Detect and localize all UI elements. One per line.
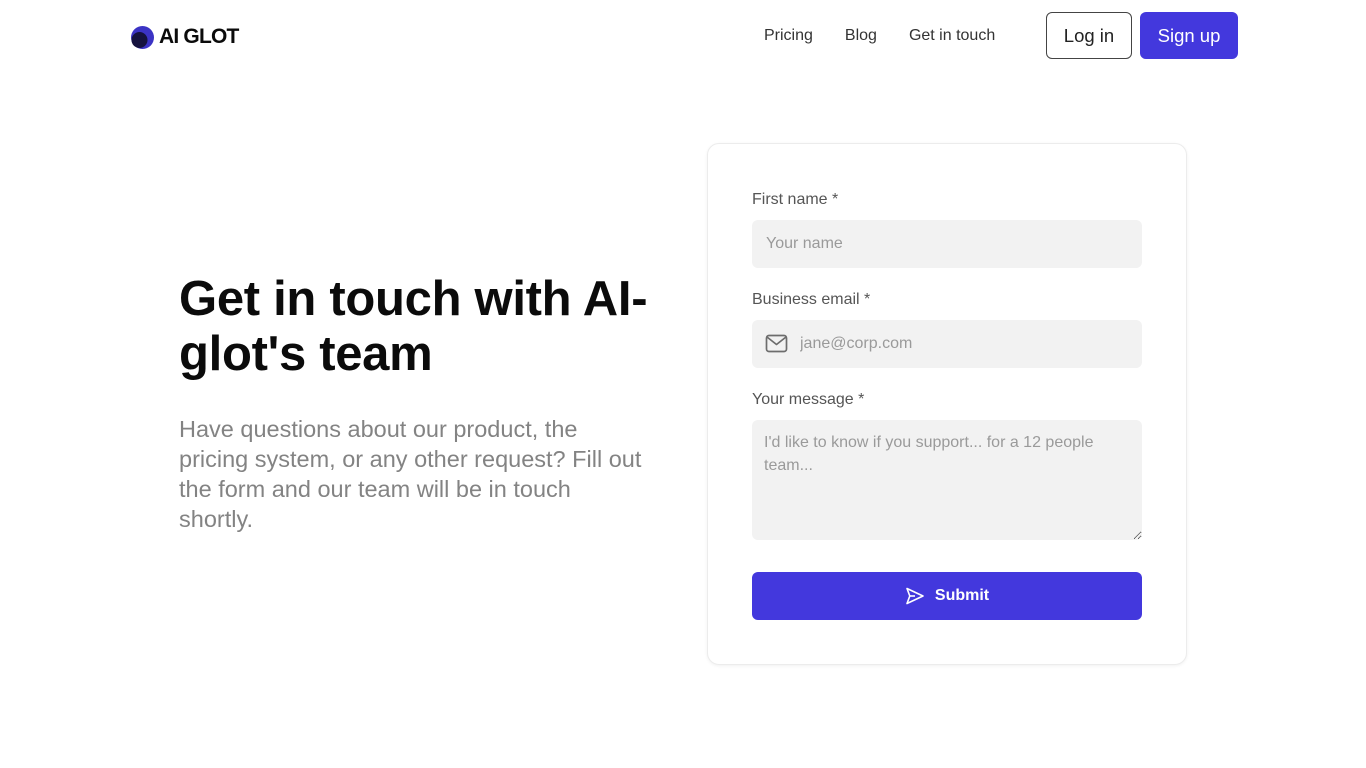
login-button[interactable]: Log in <box>1046 12 1132 59</box>
email-input[interactable] <box>752 320 1142 368</box>
first-name-input[interactable] <box>752 220 1142 268</box>
send-icon <box>906 587 924 605</box>
nav-link-blog[interactable]: Blog <box>845 26 877 46</box>
nav-link-pricing[interactable]: Pricing <box>764 26 813 46</box>
submit-button[interactable]: Submit <box>752 572 1142 620</box>
email-label: Business email * <box>752 291 871 308</box>
nav-link-get-in-touch[interactable]: Get in touch <box>909 26 995 46</box>
signup-button[interactable]: Sign up <box>1140 12 1238 59</box>
logo-icon <box>131 25 154 49</box>
nav-links: Pricing Blog Get in touch <box>764 26 995 46</box>
message-textarea[interactable] <box>752 420 1142 540</box>
top-navbar: AI GLOT Pricing Blog Get in touch Log in… <box>0 0 1366 72</box>
message-label: Your message * <box>752 391 865 408</box>
brand-name: AI GLOT <box>159 25 239 48</box>
page-subtitle: Have questions about our product, the pr… <box>179 416 642 532</box>
page-title: Get in touch with AI-glot's team <box>179 272 648 381</box>
brand-logo[interactable]: AI GLOT <box>130 24 239 50</box>
mail-icon <box>765 334 788 353</box>
submit-label: Submit <box>934 587 990 604</box>
first-name-label: First name * <box>752 191 839 208</box>
